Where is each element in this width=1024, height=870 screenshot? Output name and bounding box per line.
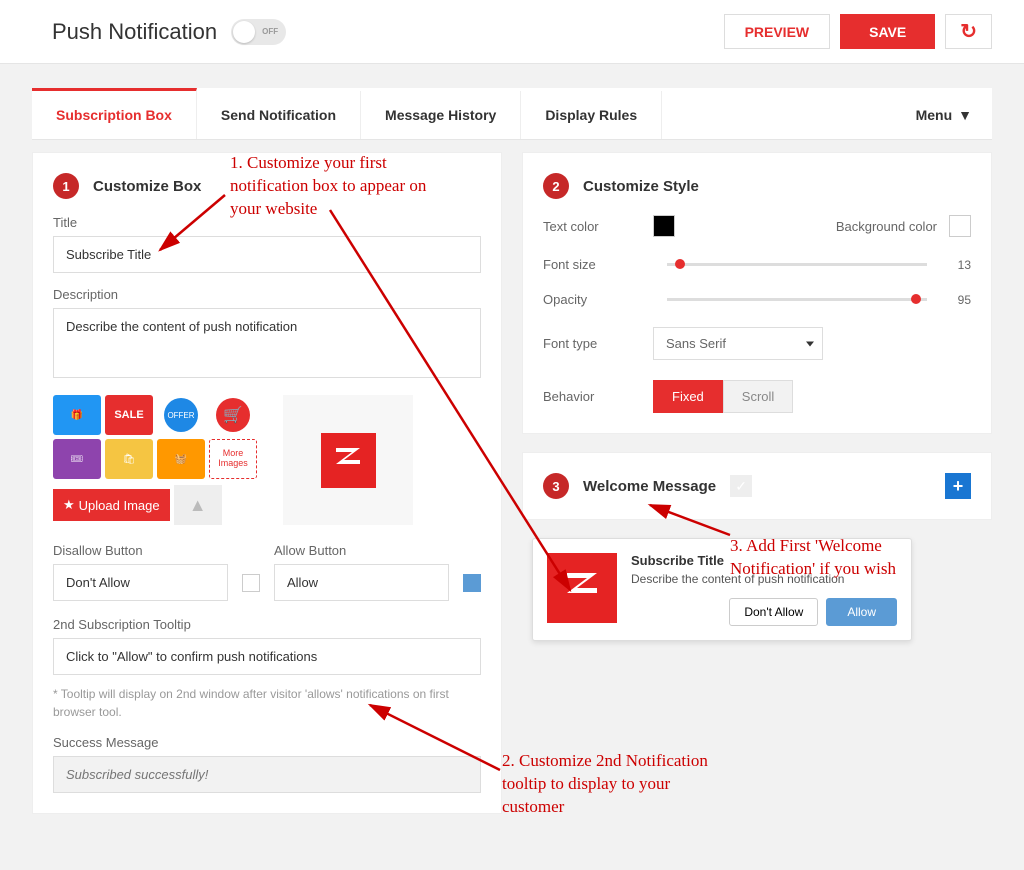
- allow-color-swatch[interactable]: [463, 574, 481, 592]
- font-size-value: 13: [941, 258, 971, 272]
- opacity-slider[interactable]: [667, 298, 927, 301]
- preset-gift-icon[interactable]: 🎁: [53, 395, 101, 435]
- caret-down-icon: [806, 341, 814, 346]
- step-3-title: Welcome Message: [583, 478, 716, 495]
- tab-menu-dropdown[interactable]: Menu ▼: [896, 91, 992, 139]
- tooltip-label: 2nd Subscription Tooltip: [53, 617, 481, 632]
- success-message-label: Success Message: [53, 735, 481, 750]
- opacity-value: 95: [941, 293, 971, 307]
- content-area: 1 Customize Box Title Description Descri…: [0, 140, 1024, 826]
- bg-color-swatch[interactable]: [949, 215, 971, 237]
- font-size-label: Font size: [543, 257, 653, 272]
- title-input[interactable]: [53, 236, 481, 273]
- description-textarea[interactable]: Describe the content of push notificatio…: [53, 308, 481, 378]
- disallow-color-swatch[interactable]: [242, 574, 260, 592]
- customize-box-card: 1 Customize Box Title Description Descri…: [32, 152, 502, 814]
- tooltip-input[interactable]: [53, 638, 481, 675]
- left-column: 1 Customize Box Title Description Descri…: [32, 152, 502, 814]
- preset-coupon-icon[interactable]: 🎟: [53, 439, 101, 479]
- allow-button-input[interactable]: [274, 564, 449, 601]
- text-color-label: Text color: [543, 219, 653, 234]
- star-icon: ★: [63, 497, 75, 513]
- preset-sale-icon[interactable]: SALE: [105, 395, 153, 435]
- step-1-title: Customize Box: [93, 178, 201, 195]
- right-column: 2 Customize Style Text color Background …: [522, 152, 992, 814]
- caret-down-icon: ▼: [958, 107, 972, 123]
- tab-subscription-box[interactable]: Subscription Box: [32, 88, 197, 139]
- success-message-input[interactable]: [53, 756, 481, 793]
- behavior-fixed-button[interactable]: Fixed: [653, 380, 723, 413]
- top-bar: Push Notification OFF PREVIEW SAVE ↻: [0, 0, 1024, 64]
- font-type-value: Sans Serif: [666, 336, 726, 351]
- menu-label: Menu: [916, 107, 953, 123]
- description-label: Description: [53, 287, 481, 302]
- preview-button[interactable]: PREVIEW: [724, 14, 831, 49]
- customize-style-card: 2 Customize Style Text color Background …: [522, 152, 992, 434]
- more-images-button[interactable]: More Images: [209, 439, 257, 479]
- image-preview-pane: [283, 395, 413, 525]
- preset-offer-icon[interactable]: OFFER: [157, 395, 205, 435]
- add-welcome-button[interactable]: +: [945, 473, 971, 499]
- toggle-knob: [233, 21, 255, 43]
- font-type-select[interactable]: Sans Serif: [653, 327, 823, 360]
- font-size-slider[interactable]: [667, 263, 927, 266]
- disallow-button-label: Disallow Button: [53, 543, 260, 558]
- tab-send-notification[interactable]: Send Notification: [197, 91, 361, 139]
- feature-toggle[interactable]: OFF: [231, 19, 286, 45]
- reload-button[interactable]: ↻: [945, 14, 992, 49]
- preview-logo-icon: [547, 553, 617, 623]
- preset-cart-icon[interactable]: 🛒: [209, 395, 257, 435]
- opacity-label: Opacity: [543, 292, 653, 307]
- brand-logo-icon: [321, 433, 376, 488]
- font-type-label: Font type: [543, 336, 653, 351]
- save-button[interactable]: SAVE: [840, 14, 935, 49]
- page-title: Push Notification: [52, 19, 217, 45]
- tab-display-rules[interactable]: Display Rules: [521, 91, 662, 139]
- title-label: Title: [53, 215, 481, 230]
- tooltip-helper-text: * Tooltip will display on 2nd window aft…: [53, 685, 481, 721]
- upload-image-button[interactable]: ★ Upload Image: [53, 489, 170, 521]
- preview-allow-button[interactable]: Allow: [826, 598, 897, 626]
- behavior-toggle: Fixed Scroll: [653, 380, 793, 413]
- toggle-state-label: OFF: [262, 27, 278, 36]
- allow-button-label: Allow Button: [274, 543, 481, 558]
- step-3-badge: 3: [543, 473, 569, 499]
- bg-color-label: Background color: [836, 219, 937, 234]
- welcome-message-card: 3 Welcome Message ✓ +: [522, 452, 992, 520]
- behavior-scroll-button[interactable]: Scroll: [723, 380, 794, 413]
- behavior-label: Behavior: [543, 389, 653, 404]
- preview-dont-allow-button[interactable]: Don't Allow: [729, 598, 818, 626]
- image-placeholder-icon: ▲: [174, 485, 222, 525]
- step-2-badge: 2: [543, 173, 569, 199]
- upload-image-label: Upload Image: [79, 498, 160, 513]
- notification-preview: Subscribe Title Describe the content of …: [532, 538, 912, 641]
- reload-icon: ↻: [960, 21, 977, 43]
- disallow-button-input[interactable]: [53, 564, 228, 601]
- tab-bar: Subscription Box Send Notification Messa…: [32, 88, 992, 140]
- tab-message-history[interactable]: Message History: [361, 91, 521, 139]
- preview-description: Describe the content of push notificatio…: [631, 572, 897, 586]
- step-2-title: Customize Style: [583, 178, 699, 195]
- image-preset-grid: 🎁 SALE OFFER 🛒 🎟 🛍 🧺 More Images: [53, 395, 263, 479]
- preview-title: Subscribe Title: [631, 553, 897, 568]
- preset-basket-icon[interactable]: 🧺: [157, 439, 205, 479]
- text-color-swatch[interactable]: [653, 215, 675, 237]
- preset-bag-icon[interactable]: 🛍: [105, 439, 153, 479]
- welcome-enable-checkbox[interactable]: ✓: [730, 475, 752, 497]
- step-1-badge: 1: [53, 173, 79, 199]
